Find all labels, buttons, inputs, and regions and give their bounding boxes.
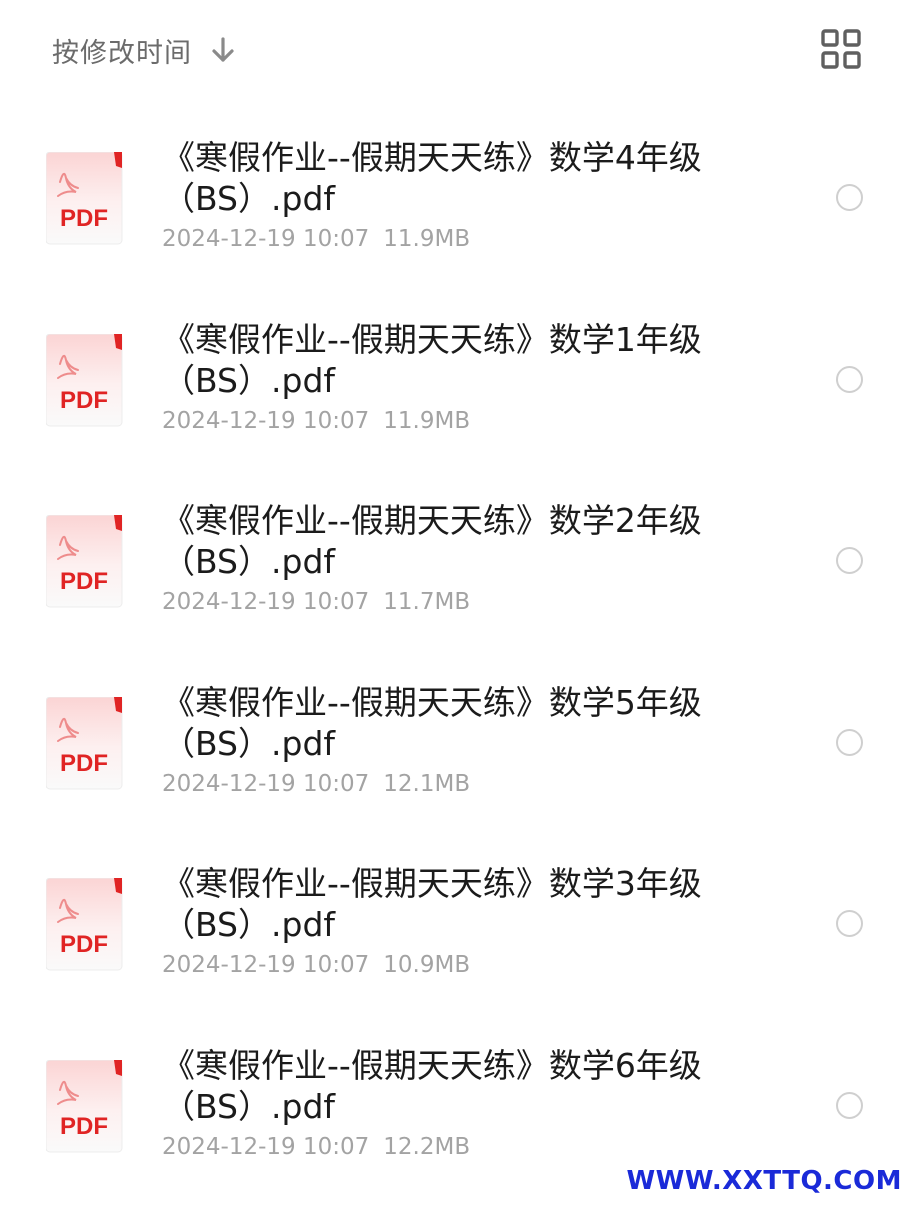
pdf-type-label: PDF	[60, 931, 108, 958]
file-name: 《寒假作业--假期天天练》数学1年级（BS）.pdf	[162, 319, 742, 401]
pdf-file-icon: PDF	[46, 152, 124, 246]
file-date: 2024-12-19 10:07	[162, 408, 369, 434]
sort-by-modified-time-button[interactable]: 按修改时间	[52, 28, 238, 72]
file-name: 《寒假作业--假期天天练》数学6年级（BS）.pdf	[162, 1045, 742, 1127]
pdf-type-label: PDF	[60, 750, 108, 777]
file-meta: 2024-12-19 10:07 11.9MB	[162, 408, 470, 434]
grid-view-icon[interactable]	[820, 28, 862, 70]
select-radio[interactable]	[836, 910, 863, 937]
pdf-file-icon: PDF	[46, 334, 124, 428]
select-radio[interactable]	[836, 184, 863, 211]
file-name: 《寒假作业--假期天天练》数学3年级（BS）.pdf	[162, 863, 742, 945]
select-radio[interactable]	[836, 547, 863, 574]
file-size: 11.7MB	[383, 589, 470, 615]
list-item[interactable]: PDF 《寒假作业--假期天天练》数学3年级（BS）.pdf 2024-12-1…	[0, 851, 908, 1033]
pdf-type-label: PDF	[60, 568, 108, 595]
file-meta: 2024-12-19 10:07 11.9MB	[162, 226, 470, 252]
pdf-type-label: PDF	[60, 205, 108, 232]
select-radio[interactable]	[836, 366, 863, 393]
pdf-file-icon: PDF	[46, 697, 124, 791]
select-radio[interactable]	[836, 729, 863, 756]
file-meta: 2024-12-19 10:07 12.1MB	[162, 771, 470, 797]
select-radio[interactable]	[836, 1092, 863, 1119]
file-date: 2024-12-19 10:07	[162, 226, 369, 252]
file-size: 12.1MB	[383, 771, 470, 797]
file-name: 《寒假作业--假期天天练》数学4年级（BS）.pdf	[162, 137, 742, 219]
file-name: 《寒假作业--假期天天练》数学5年级（BS）.pdf	[162, 682, 742, 764]
pdf-file-icon: PDF	[46, 515, 124, 609]
pdf-type-label: PDF	[60, 387, 108, 414]
file-date: 2024-12-19 10:07	[162, 952, 369, 978]
list-item[interactable]: PDF 《寒假作业--假期天天练》数学1年级（BS）.pdf 2024-12-1…	[0, 307, 908, 489]
file-meta: 2024-12-19 10:07 12.2MB	[162, 1134, 470, 1160]
sort-label: 按修改时间	[52, 31, 192, 70]
arrow-down-icon	[208, 35, 238, 65]
file-meta: 2024-12-19 10:07 11.7MB	[162, 589, 470, 615]
pdf-file-icon: PDF	[46, 1060, 124, 1154]
file-date: 2024-12-19 10:07	[162, 1134, 369, 1160]
toolbar: 按修改时间	[0, 0, 908, 100]
watermark: WWW.XXTTQ.COM	[627, 1166, 903, 1196]
file-name: 《寒假作业--假期天天练》数学2年级（BS）.pdf	[162, 500, 742, 582]
pdf-file-icon: PDF	[46, 878, 124, 972]
file-date: 2024-12-19 10:07	[162, 589, 369, 615]
file-size: 11.9MB	[383, 408, 470, 434]
list-item[interactable]: PDF 《寒假作业--假期天天练》数学2年级（BS）.pdf 2024-12-1…	[0, 488, 908, 670]
file-list: PDF 《寒假作业--假期天天练》数学4年级（BS）.pdf 2024-12-1…	[0, 125, 908, 1214]
file-size: 12.2MB	[383, 1134, 470, 1160]
pdf-type-label: PDF	[60, 1113, 108, 1140]
file-date: 2024-12-19 10:07	[162, 771, 369, 797]
list-item[interactable]: PDF 《寒假作业--假期天天练》数学5年级（BS）.pdf 2024-12-1…	[0, 670, 908, 852]
list-item[interactable]: PDF 《寒假作业--假期天天练》数学4年级（BS）.pdf 2024-12-1…	[0, 125, 908, 307]
file-size: 10.9MB	[383, 952, 470, 978]
file-size: 11.9MB	[383, 226, 470, 252]
file-meta: 2024-12-19 10:07 10.9MB	[162, 952, 470, 978]
